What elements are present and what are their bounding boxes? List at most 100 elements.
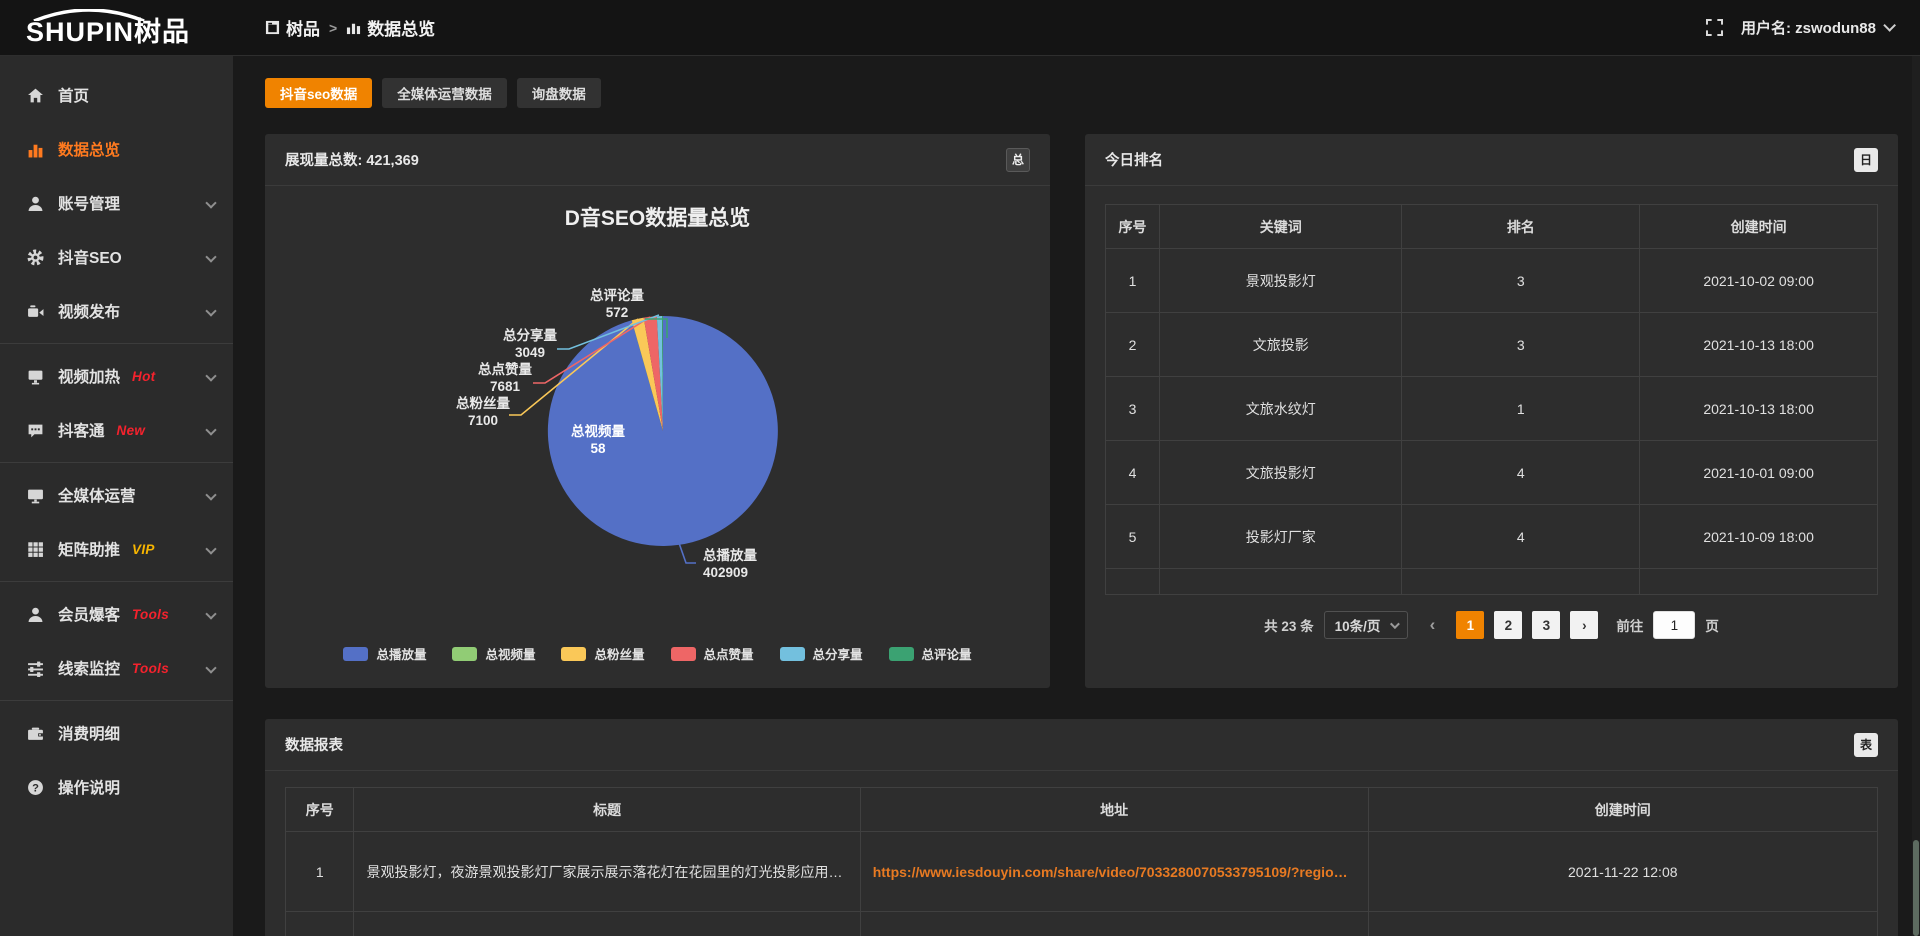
sidebar-divider (0, 700, 233, 701)
home-icon (27, 87, 44, 104)
report-time-cell: 2021-11-22 12:08 (1368, 832, 1877, 912)
sidebar-item-chat[interactable]: 抖客通New (0, 403, 233, 457)
monitor-icon (27, 487, 44, 504)
sidebar-item-badge: Tools (132, 661, 169, 676)
grid-icon (27, 541, 44, 558)
page-size-select[interactable]: 10条/页 (1324, 611, 1409, 639)
user-icon (26, 194, 44, 212)
sidebar-divider (0, 581, 233, 582)
table-row-empty (286, 912, 1878, 936)
sliders-icon (27, 660, 44, 677)
legend-item-总粉丝量[interactable]: 总粉丝量 (561, 644, 644, 663)
page-button-3[interactable]: 3 (1532, 611, 1560, 639)
breadcrumb-item-home[interactable]: 树品 (265, 15, 320, 40)
tab-询盘数据[interactable]: 询盘数据 (517, 78, 601, 108)
app-root: SHUPIN树品 树品 > 数据总览 用户名: zswodun88 首页数据总览… (0, 0, 1920, 936)
breadcrumb-label: 树品 (286, 15, 320, 40)
sidebar-item-gear[interactable]: 抖音SEO (0, 230, 233, 284)
report-link-cell: https://www.iesdouyin.com/share/video/70… (860, 832, 1368, 912)
pie-label-value: 7681 (490, 379, 521, 394)
sidebar-item-member[interactable]: 会员爆客Tools (0, 587, 233, 641)
pie-label-value: 7100 (468, 413, 498, 428)
report-column-header: 序号 (286, 788, 354, 832)
tab-bar: 抖音seo数据全媒体运营数据询盘数据 (265, 78, 1898, 108)
report-column-header: 地址 (860, 788, 1368, 832)
sidebar-item-question[interactable]: ?操作说明 (0, 760, 233, 814)
pie-label-value: 58 (590, 441, 606, 456)
sidebar-item-label: 首页 (58, 84, 89, 106)
sidebar-item-user[interactable]: 账号管理 (0, 176, 233, 230)
legend-item-总分享量[interactable]: 总分享量 (780, 644, 863, 663)
username[interactable]: 用户名: zswodun88 (1741, 17, 1892, 38)
legend-swatch (889, 647, 914, 661)
sidebar-item-sliders[interactable]: 线索监控 Tools (0, 641, 233, 695)
table-cell: 2021-10-13 18:00 (1640, 313, 1878, 377)
pie-label-name: 总播放量 (703, 547, 757, 563)
sidebar-item-grid[interactable]: 矩阵助推VIP (0, 522, 233, 576)
table-cell: 景观投影灯 (1160, 249, 1402, 313)
topbar: SHUPIN树品 树品 > 数据总览 用户名: zswodun88 (0, 0, 1920, 56)
ranking-column-header: 关键词 (1160, 205, 1402, 249)
pie-chart: D音SEO数据量总览 总播放量402909总视频量58总粉丝量7100总点赞量7… (265, 186, 1050, 687)
sidebar-item-bar-chart[interactable]: 数据总览 (0, 122, 233, 176)
scrollbar[interactable] (1912, 56, 1920, 936)
ranking-column-header: 序号 (1106, 205, 1160, 249)
sidebar-item-label: 账号管理 (58, 192, 120, 214)
legend-item-总播放量[interactable]: 总播放量 (343, 644, 426, 663)
chat-icon (27, 422, 44, 439)
table-row: 1景观投影灯，夜游景观投影灯厂家展示展示落花灯在花园里的灯光投影应用效果 #ht… (286, 832, 1878, 912)
tab-全媒体运营数据[interactable]: 全媒体运营数据 (382, 78, 507, 108)
fullscreen-icon[interactable] (1706, 19, 1723, 36)
tab-抖音seo数据[interactable]: 抖音seo数据 (265, 78, 372, 108)
chevron-down-icon (1390, 619, 1400, 629)
sidebar-item-label: 线索监控 (58, 657, 120, 679)
scrollbar-thumb[interactable] (1913, 840, 1919, 936)
sidebar-item-home[interactable]: 首页 (0, 68, 233, 122)
sidebar-item-label: 视频发布 (58, 300, 120, 322)
sidebar-item-label: 会员爆客 (58, 603, 120, 625)
table-row: 2文旅投影32021-10-13 18:00 (1106, 313, 1878, 377)
pie-label-value: 3049 (515, 345, 545, 360)
sidebar-item-monitor[interactable]: 全媒体运营 (0, 468, 233, 522)
table-cell: 3 (1106, 377, 1160, 441)
sidebar-item-wallet[interactable]: 消费明细 (0, 706, 233, 760)
table-badge-button[interactable]: 表 (1854, 733, 1878, 757)
bar-chart-icon (27, 141, 44, 158)
sidebar-item-video-heat[interactable]: 视频加热Hot (0, 349, 233, 403)
goto-suffix: 页 (1705, 615, 1719, 635)
breadcrumb-item-current[interactable]: 数据总览 (346, 15, 435, 40)
chart-panel: 展现量总数: 421,369 总 D音SEO数据量总览 总播放量402909总视… (265, 134, 1050, 688)
sidebar-item-video-publish[interactable]: 视频发布 (0, 284, 233, 338)
chart-panel-header: 展现量总数: 421,369 总 (265, 134, 1050, 186)
chat-icon (26, 421, 44, 439)
bar-chart-icon (26, 140, 44, 158)
table-cell: 文旅投影灯 (1160, 441, 1402, 505)
pie-label-value: 402909 (703, 565, 748, 580)
prev-page-button[interactable]: ‹ (1418, 611, 1446, 639)
goto-page-input[interactable] (1653, 611, 1695, 639)
page-button-2[interactable]: 2 (1494, 611, 1522, 639)
legend-item-总点赞量[interactable]: 总点赞量 (671, 644, 754, 663)
table-cell: 1 (1106, 249, 1160, 313)
ranking-panel-header: 今日排名 日 (1085, 134, 1898, 186)
legend-item-总视频量[interactable]: 总视频量 (452, 644, 535, 663)
report-table-wrap: 序号标题地址创建时间 1景观投影灯，夜游景观投影灯厂家展示展示落花灯在花园里的灯… (265, 771, 1898, 936)
legend-item-总评论量[interactable]: 总评论量 (889, 644, 972, 663)
ranking-table-header-row: 序号关键词排名创建时间 (1106, 205, 1878, 249)
video-publish-icon (26, 302, 44, 320)
total-badge-button[interactable]: 总 (1006, 148, 1030, 172)
goto-label: 前往 (1616, 615, 1643, 635)
wallet-icon (26, 724, 44, 742)
member-icon (26, 605, 44, 623)
breadcrumb-label: 数据总览 (367, 15, 435, 40)
page-button-1[interactable]: 1 (1456, 611, 1484, 639)
question-icon: ? (26, 778, 44, 796)
sliders-icon (26, 659, 44, 677)
report-table: 序号标题地址创建时间 1景观投影灯，夜游景观投影灯厂家展示展示落花灯在花园里的灯… (285, 787, 1878, 936)
home-icon (26, 86, 44, 104)
breadcrumb: 树品 > 数据总览 (233, 15, 435, 40)
next-page-button[interactable]: › (1570, 611, 1598, 639)
day-badge-button[interactable]: 日 (1854, 148, 1878, 172)
video-link[interactable]: https://www.iesdouyin.com/share/video/70… (873, 864, 1348, 880)
video-publish-icon (27, 303, 44, 320)
